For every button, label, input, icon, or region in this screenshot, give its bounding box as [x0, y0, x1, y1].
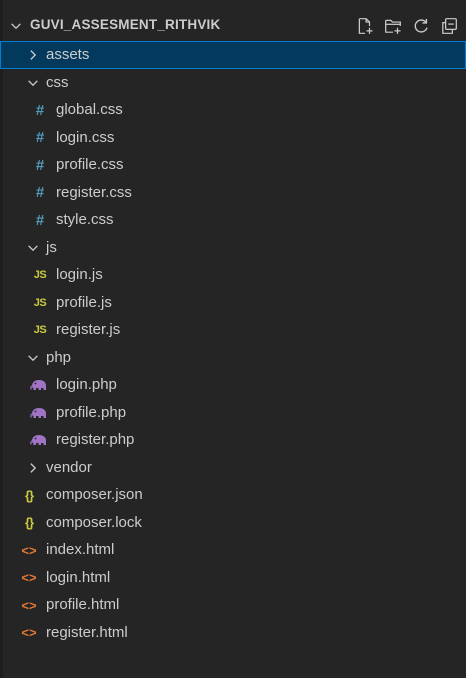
- workspace-title: GUVI_ASSESMENT_RITHVIK: [30, 17, 221, 32]
- folder-assets[interactable]: assets: [0, 41, 466, 69]
- explorer-header[interactable]: GUVI_ASSESMENT_RITHVIK: [0, 10, 466, 42]
- folder-css[interactable]: css: [0, 69, 466, 97]
- collapse-all-icon: [442, 18, 457, 34]
- file-profile-html[interactable]: <> profile.html: [0, 591, 466, 619]
- file-register-js[interactable]: JS register.js: [0, 316, 466, 344]
- file-profile-php[interactable]: profile.php: [0, 399, 466, 427]
- html-file-icon: <>: [21, 542, 37, 558]
- file-label: register.js: [56, 321, 121, 338]
- file-register-php[interactable]: register.php: [0, 426, 466, 454]
- file-label: profile.js: [56, 293, 112, 311]
- file-register-html[interactable]: <> register.html: [0, 619, 466, 647]
- css-file-icon: #: [35, 156, 45, 174]
- file-login-js[interactable]: JS login.js: [0, 261, 466, 289]
- js-file-icon: JS: [33, 324, 47, 336]
- folder-js[interactable]: js: [0, 234, 466, 262]
- html-file-icon: <>: [21, 570, 37, 585]
- chevron-down-icon: [28, 354, 38, 361]
- file-label: profile.css: [56, 156, 124, 173]
- chevron-right-icon: [30, 50, 37, 60]
- file-composer-lock[interactable]: {} composer.lock: [0, 509, 466, 537]
- css-file-icon: #: [35, 184, 45, 201]
- new-file-button[interactable]: [354, 15, 376, 37]
- folder-vendor[interactable]: vendor: [0, 454, 466, 482]
- file-profile-js[interactable]: JS profile.js: [0, 289, 466, 317]
- file-label: index.html: [46, 541, 115, 558]
- file-label: profile.html: [46, 596, 120, 613]
- file-label: login.js: [56, 266, 103, 283]
- json-file-icon: {}: [24, 487, 34, 503]
- folder-label: vendor: [46, 458, 92, 476]
- file-global-css[interactable]: # global.css: [0, 96, 466, 124]
- chevron-down-icon: [28, 244, 38, 251]
- file-label: style.css: [56, 211, 114, 228]
- file-index-html[interactable]: <> index.html: [0, 536, 466, 564]
- html-file-icon: <>: [21, 625, 37, 640]
- file-login-css[interactable]: # login.css: [0, 124, 466, 152]
- refresh-icon: [414, 19, 428, 33]
- js-file-icon: JS: [33, 296, 47, 309]
- html-file-icon: <>: [21, 597, 37, 613]
- collapse-all-button[interactable]: [438, 15, 460, 37]
- file-label: login.php: [56, 376, 117, 393]
- folder-label: assets: [46, 46, 90, 63]
- file-style-css[interactable]: # style.css: [0, 206, 466, 234]
- file-label: login.css: [56, 128, 115, 146]
- file-login-php[interactable]: login.php: [0, 371, 466, 399]
- file-label: profile.php: [56, 403, 127, 421]
- folder-label: css: [46, 73, 69, 91]
- file-tree: assets css # global.css # login.css # pr…: [0, 41, 466, 646]
- file-profile-css[interactable]: # profile.css: [0, 151, 466, 179]
- chevron-down-icon: [28, 79, 38, 86]
- header-actions: [354, 15, 460, 37]
- chevron-right-icon: [30, 462, 37, 473]
- css-file-icon: #: [35, 101, 45, 119]
- file-label: composer.lock: [46, 513, 142, 531]
- file-label: register.css: [56, 183, 132, 201]
- php-elephant-icon: [30, 380, 46, 390]
- file-label: composer.json: [46, 486, 143, 503]
- refresh-button[interactable]: [410, 15, 432, 37]
- php-elephant-icon: [30, 407, 46, 418]
- explorer-panel: GUVI_ASSESMENT_RITHVIK assets css # glob…: [0, 0, 466, 678]
- new-file-icon: [358, 18, 373, 34]
- new-folder-button[interactable]: [382, 15, 404, 37]
- folder-php[interactable]: php: [0, 344, 466, 372]
- php-elephant-icon: [30, 435, 46, 445]
- file-label: global.css: [56, 101, 123, 118]
- file-register-css[interactable]: # register.css: [0, 179, 466, 207]
- css-file-icon: #: [35, 129, 45, 146]
- js-file-icon: JS: [33, 269, 47, 281]
- file-label: register.html: [46, 623, 128, 641]
- css-file-icon: #: [35, 211, 45, 229]
- file-label: login.html: [46, 568, 111, 586]
- file-label: register.php: [56, 431, 135, 448]
- chevron-down-icon[interactable]: [9, 19, 23, 33]
- json-file-icon: {}: [24, 515, 34, 530]
- folder-label: js: [46, 238, 57, 256]
- new-folder-icon: [385, 19, 401, 34]
- file-composer-json[interactable]: {} composer.json: [0, 481, 466, 509]
- folder-label: php: [46, 348, 72, 366]
- file-login-html[interactable]: <> login.html: [0, 564, 466, 592]
